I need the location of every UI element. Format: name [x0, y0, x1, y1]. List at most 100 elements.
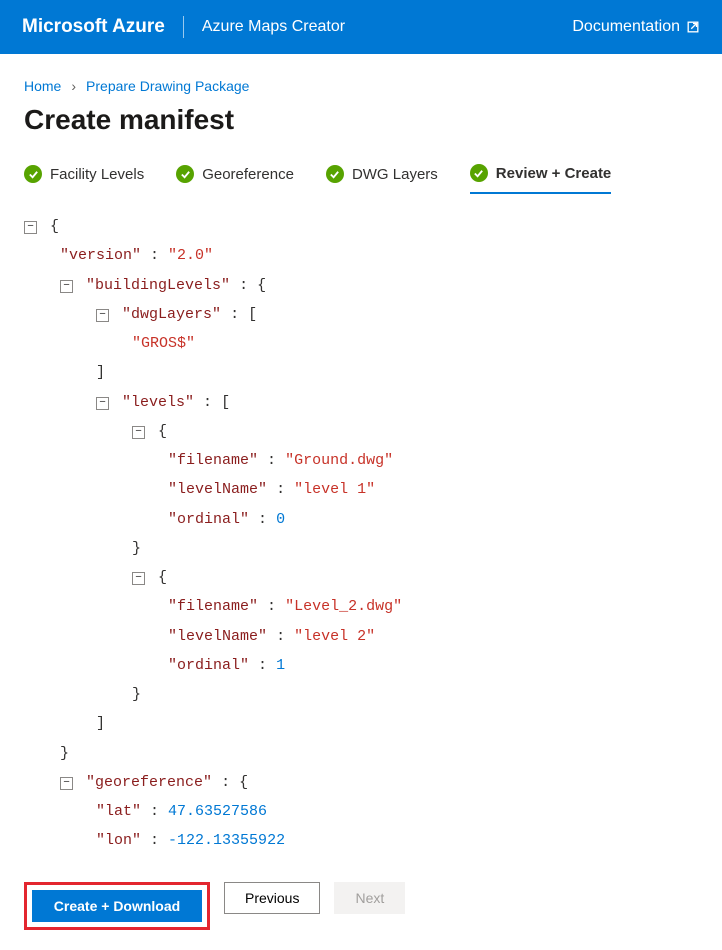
wizard-steps: Facility Levels Georeference DWG Layers Rev… [24, 164, 698, 194]
json-str: "level 2" [294, 628, 375, 645]
collapse-toggle-icon[interactable]: − [60, 280, 73, 293]
json-line: "ordinal" : 1 [24, 651, 698, 680]
topbar: Microsoft Azure Azure Maps Creator Docum… [0, 0, 722, 54]
json-line: ] [24, 709, 698, 738]
json-line: "levelName" : "level 1" [24, 475, 698, 504]
json-line: ] [24, 358, 698, 387]
brand-label: Microsoft Azure [22, 16, 165, 38]
json-colon: : [221, 306, 248, 323]
json-str: "2.0" [168, 247, 213, 264]
documentation-label: Documentation [572, 18, 680, 36]
json-line: − { [24, 212, 698, 241]
json-colon: : [258, 452, 285, 469]
json-key: "lon" [96, 832, 141, 849]
check-circle-icon [176, 165, 194, 183]
json-key: "ordinal" [168, 657, 249, 674]
collapse-toggle-icon[interactable]: − [96, 397, 109, 410]
check-circle-icon [470, 164, 488, 182]
footer-buttons: Create + Download Previous Next [0, 866, 722, 950]
json-line: − "levels" : [ [24, 388, 698, 417]
external-link-icon [686, 20, 700, 34]
create-download-button[interactable]: Create + Download [32, 890, 202, 922]
json-punc: ] [96, 364, 105, 381]
json-punc: [ [221, 394, 230, 411]
wizard-step-2[interactable]: DWG Layers [326, 165, 438, 193]
json-colon: : [249, 511, 276, 528]
json-line: } [24, 680, 698, 709]
json-punc: } [132, 686, 141, 703]
check-circle-icon [24, 165, 42, 183]
json-num: -122.13355922 [168, 832, 285, 849]
json-key: "filename" [168, 598, 258, 615]
json-colon: : [212, 774, 239, 791]
json-line: − { [24, 417, 698, 446]
json-num: 1 [276, 657, 285, 674]
json-key: "lat" [96, 803, 141, 820]
json-line: "ordinal" : 0 [24, 505, 698, 534]
json-line: − "dwgLayers" : [ [24, 300, 698, 329]
wizard-step-1[interactable]: Georeference [176, 165, 294, 193]
page-content: Home › Prepare Drawing Package Create ma… [0, 54, 722, 856]
collapse-toggle-icon[interactable]: − [24, 221, 37, 234]
wizard-step-label: DWG Layers [352, 166, 438, 183]
json-num: 0 [276, 511, 285, 528]
wizard-step-label: Review + Create [496, 165, 611, 182]
json-key: "levelName" [168, 481, 267, 498]
page-title: Create manifest [24, 104, 698, 136]
collapse-toggle-icon[interactable]: − [60, 777, 73, 790]
json-key: "dwgLayers" [122, 306, 221, 323]
json-punc: { [257, 277, 266, 294]
json-colon: : [249, 657, 276, 674]
json-key: "filename" [168, 452, 258, 469]
json-punc: } [132, 540, 141, 557]
highlight-annotation: Create + Download [24, 882, 210, 930]
documentation-link[interactable]: Documentation [572, 18, 700, 36]
json-colon: : [141, 247, 168, 264]
wizard-step-label: Facility Levels [50, 166, 144, 183]
json-str: "level 1" [294, 481, 375, 498]
previous-button[interactable]: Previous [224, 882, 320, 914]
product-label: Azure Maps Creator [202, 18, 345, 36]
json-line: "levelName" : "level 2" [24, 622, 698, 651]
wizard-step-0[interactable]: Facility Levels [24, 165, 144, 193]
wizard-step-3[interactable]: Review + Create [470, 164, 611, 194]
json-key: "levelName" [168, 628, 267, 645]
breadcrumb-current[interactable]: Prepare Drawing Package [86, 78, 249, 94]
json-line: "lat" : 47.63527586 [24, 797, 698, 826]
json-str: "Ground.dwg" [285, 452, 393, 469]
json-punc: } [60, 745, 69, 762]
json-str: "GROS$" [132, 335, 195, 352]
json-line: "filename" : "Level_2.dwg" [24, 592, 698, 621]
json-line: "filename" : "Ground.dwg" [24, 446, 698, 475]
collapse-toggle-icon[interactable]: − [132, 572, 145, 585]
json-line: } [24, 739, 698, 768]
topbar-left: Microsoft Azure Azure Maps Creator [22, 16, 345, 38]
json-colon: : [194, 394, 221, 411]
json-punc: { [158, 569, 167, 586]
json-colon: : [258, 598, 285, 615]
json-line: − "georeference" : { [24, 768, 698, 797]
wizard-step-label: Georeference [202, 166, 294, 183]
json-key: "buildingLevels" [86, 277, 230, 294]
breadcrumb-separator: › [71, 78, 76, 94]
json-punc: { [158, 423, 167, 440]
json-colon: : [141, 832, 168, 849]
collapse-toggle-icon[interactable]: − [132, 426, 145, 439]
json-line: "GROS$" [24, 329, 698, 358]
json-punc: ] [96, 715, 105, 732]
json-key: "ordinal" [168, 511, 249, 528]
json-punc: { [50, 218, 59, 235]
check-circle-icon [326, 165, 344, 183]
next-button: Next [334, 882, 405, 914]
json-line: "lon" : -122.13355922 [24, 826, 698, 855]
json-line: "version" : "2.0" [24, 241, 698, 270]
breadcrumb-home[interactable]: Home [24, 78, 61, 94]
json-line: − { [24, 563, 698, 592]
json-colon: : [267, 628, 294, 645]
vertical-divider [183, 16, 184, 38]
json-key: "levels" [122, 394, 194, 411]
json-punc: [ [248, 306, 257, 323]
collapse-toggle-icon[interactable]: − [96, 309, 109, 322]
json-key: "version" [60, 247, 141, 264]
json-colon: : [141, 803, 168, 820]
